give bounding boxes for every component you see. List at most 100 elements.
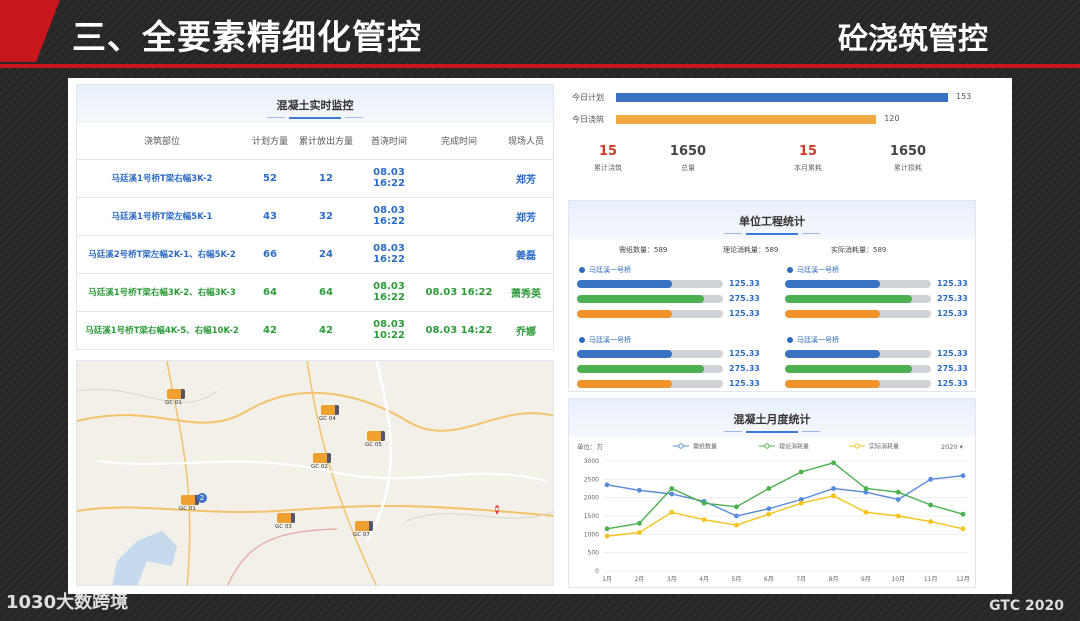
card-header: 单位工程统计 bbox=[569, 201, 975, 239]
x-tick-label: 6月 bbox=[764, 576, 774, 583]
y-tick-label: 0 bbox=[595, 568, 599, 575]
legend-marker bbox=[678, 443, 684, 449]
truck-icon bbox=[355, 521, 373, 531]
table-row[interactable]: 马廷溪1号桥T梁右幅4K-5、右幅10K-2 42 42 08.03 10:22 08.… bbox=[77, 311, 553, 350]
data-point bbox=[734, 504, 739, 510]
bar-value: 125.33 bbox=[729, 379, 760, 388]
data-point bbox=[895, 489, 901, 495]
cell-staff: 乔娜 bbox=[499, 311, 553, 350]
truck-icon bbox=[321, 405, 339, 415]
truck-marker[interactable]: GC 02 bbox=[311, 453, 333, 473]
data-point bbox=[636, 530, 642, 535]
truck-icon bbox=[277, 513, 295, 523]
truck-label: GC 01 bbox=[165, 400, 182, 406]
cell-plan: 66 bbox=[247, 235, 293, 274]
pour-bar-row: 今日浇筑 120 bbox=[568, 112, 976, 126]
pour-value: 120 bbox=[884, 114, 900, 123]
group-bar: 125.33 bbox=[577, 347, 765, 362]
y-tick-label: 2500 bbox=[584, 476, 599, 483]
group-bar: 125.33 bbox=[785, 307, 973, 322]
kpi-value: 1650 bbox=[889, 144, 927, 159]
monthly-chart-card: 混凝土月度统计 单位：方 2020 ▾ 需纸数量 理论消耗量 实际消耗量 0 500 1000… bbox=[568, 398, 976, 588]
bar-value: 125.33 bbox=[937, 279, 968, 288]
truck-label: GC 05 bbox=[365, 442, 382, 448]
x-tick-label: 4月 bbox=[699, 576, 709, 583]
table-row[interactable]: 马廷溪1号桥T梁右幅3K-2、右幅3K-3 64 64 08.03 16:22 08.0… bbox=[77, 273, 553, 312]
bar-fill bbox=[785, 365, 913, 373]
x-tick-label: 1月 bbox=[602, 576, 612, 583]
data-point bbox=[636, 487, 642, 493]
bar-fill bbox=[577, 295, 705, 303]
data-point bbox=[604, 526, 610, 532]
bar-fill bbox=[785, 310, 880, 318]
group-bar: 125.33 bbox=[577, 307, 765, 322]
cluster-badge[interactable]: 2 bbox=[197, 493, 207, 503]
year-select[interactable]: 2020 ▾ bbox=[941, 443, 964, 451]
cell-cumulative: 24 bbox=[293, 235, 359, 274]
card-title: 混凝土月度统计 bbox=[733, 413, 811, 426]
data-point bbox=[831, 486, 836, 491]
kpi-value: 15 bbox=[798, 144, 818, 159]
unit-stats-card: 单位工程统计 需纸数量：589 理论消耗量：589 实际消耗量：589 马廷溪一… bbox=[568, 200, 976, 392]
summary-theory: 理论消耗量：589 bbox=[723, 246, 779, 254]
x-tick-label: 5月 bbox=[732, 576, 742, 583]
x-tick-label: 10月 bbox=[891, 576, 905, 583]
cell-start: 08.03 10:22 bbox=[359, 311, 419, 350]
group-bar: 125.33 bbox=[785, 347, 973, 362]
bar-fill bbox=[785, 280, 880, 288]
legend-marker bbox=[854, 443, 860, 449]
truck-label: GC 01 bbox=[179, 506, 196, 512]
group-bar: 275.33 bbox=[785, 292, 973, 307]
header-divider bbox=[0, 64, 1080, 68]
y-tick-label: 500 bbox=[588, 550, 600, 557]
legend-label: 实际消耗量 bbox=[869, 443, 899, 451]
kpi-value: 1650 bbox=[669, 144, 707, 159]
truck-marker[interactable]: GC 03 bbox=[275, 513, 297, 533]
data-point bbox=[798, 469, 804, 475]
data-point bbox=[766, 506, 772, 512]
truck-marker[interactable]: GC 04 bbox=[319, 405, 341, 425]
bar-value: 275.33 bbox=[937, 364, 968, 373]
truck-marker[interactable]: GC 05 bbox=[365, 431, 387, 451]
group-bar: 125.33 bbox=[785, 277, 973, 292]
data-point bbox=[895, 513, 901, 519]
data-point bbox=[766, 511, 772, 517]
cell-plan: 64 bbox=[247, 273, 293, 312]
line-chart: 单位：方 2020 ▾ 需纸数量 理论消耗量 实际消耗量 0 500 1000 1500 2000… bbox=[577, 442, 970, 583]
truck-label: GC 02 bbox=[311, 464, 328, 470]
table-row[interactable]: 马廷溪2号桥T梁左幅2K-1、右幅5K-2 66 24 08.03 16:22 姜磊 bbox=[77, 235, 553, 274]
cell-cumulative: 32 bbox=[293, 197, 359, 236]
data-point bbox=[960, 473, 966, 479]
data-point bbox=[798, 500, 804, 506]
cell-staff: 郑芳 bbox=[499, 159, 553, 198]
x-tick-label: 11月 bbox=[924, 576, 938, 583]
bar-value: 125.33 bbox=[937, 349, 968, 358]
legend-label: 需纸数量 bbox=[693, 443, 717, 451]
map-canvas[interactable] bbox=[77, 361, 554, 586]
cell-end: 08.03 16:22 bbox=[419, 273, 499, 312]
card-header: 混凝土月度统计 bbox=[569, 399, 975, 437]
bar-fill bbox=[577, 310, 672, 318]
data-point bbox=[895, 497, 901, 502]
bar-fill bbox=[785, 295, 913, 303]
cell-plan: 52 bbox=[247, 159, 293, 198]
pour-label: 今日浇筑 bbox=[572, 115, 604, 124]
unit-label: 单位：方 bbox=[577, 442, 604, 451]
cell-location: 马廷溪1号桥T梁左幅5K-1 bbox=[77, 197, 247, 236]
group-bar: 125.33 bbox=[785, 377, 973, 392]
cell-staff: 姜磊 bbox=[499, 235, 553, 274]
map-view[interactable]: GC 01 GC 04 GC 05 GC 02 GC 01 GC 03 GC 0… bbox=[76, 360, 554, 586]
truck-marker[interactable]: GC 07 bbox=[353, 521, 375, 541]
truck-marker[interactable]: GC 01 bbox=[165, 389, 187, 409]
kpi-caption: 累计浇筑 bbox=[594, 164, 622, 172]
group-bar: 275.33 bbox=[785, 362, 973, 377]
table-row[interactable]: 马廷溪1号桥T梁右幅3K-2 52 12 08.03 16:22 郑芳 bbox=[77, 159, 553, 198]
cell-end: 08.03 14:22 bbox=[419, 311, 499, 350]
cell-end bbox=[419, 235, 499, 274]
kpi-caption: 本月累耗 bbox=[794, 164, 822, 172]
bar-fill bbox=[577, 380, 672, 388]
cell-cumulative: 64 bbox=[293, 273, 359, 312]
bar-value: 125.33 bbox=[729, 279, 760, 288]
table-row[interactable]: 马廷溪1号桥T梁左幅5K-1 43 32 08.03 16:22 郑芳 bbox=[77, 197, 553, 236]
column-header: 现场人员 bbox=[499, 123, 553, 160]
